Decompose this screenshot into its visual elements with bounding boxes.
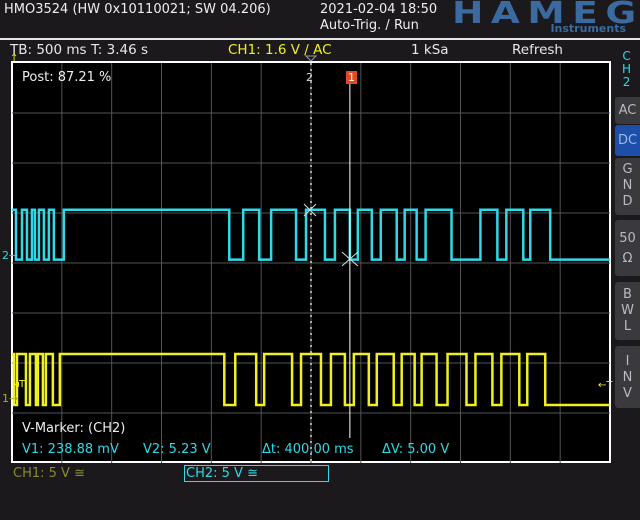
label-char: W bbox=[621, 303, 634, 318]
ch2-scale[interactable]: CH2: 5 V ≅ bbox=[184, 465, 329, 482]
ch1-scale[interactable]: CH1: 5 V ≅ bbox=[13, 466, 85, 481]
vmarker-title: V-Marker: (CH2) bbox=[22, 421, 126, 436]
label-char: L bbox=[623, 319, 632, 334]
delta-t-readout: Δt: 400.00 ms bbox=[262, 442, 354, 457]
impedance-50ohm-button[interactable]: 50 Ω bbox=[615, 220, 640, 276]
label-char: N bbox=[622, 370, 633, 385]
v2-readout: V2: 5.23 V bbox=[143, 442, 211, 457]
ch2-cursor-label[interactable]: 2 bbox=[306, 71, 313, 84]
invert-button[interactable]: INV bbox=[615, 346, 640, 408]
label-char: N bbox=[622, 178, 633, 193]
label-text: Ω bbox=[622, 251, 633, 266]
v1-readout: V1: 238.88 mV bbox=[22, 442, 119, 457]
label-char: B bbox=[623, 287, 632, 302]
coupling-gnd-button[interactable]: GND bbox=[615, 158, 640, 215]
sidebar-channel-label: CH2 bbox=[622, 50, 631, 89]
label-char: D bbox=[622, 194, 633, 209]
trigger-level-marker-right[interactable]: ←T bbox=[598, 380, 613, 391]
ch1-ground-marker[interactable]: 1→ bbox=[2, 392, 18, 405]
label-char: I bbox=[625, 354, 630, 369]
ch2-ground-marker[interactable]: 2→ bbox=[2, 249, 18, 262]
label-char: 2 bbox=[622, 75, 631, 89]
label-char: V bbox=[623, 386, 632, 401]
bandwidth-limit-button[interactable]: BWL bbox=[615, 282, 640, 340]
post-trigger-readout: Post: 87.21 % bbox=[22, 70, 112, 85]
coupling-ac-button[interactable]: AC bbox=[615, 97, 640, 124]
delta-v-readout: ΔV: 5.00 V bbox=[382, 442, 450, 457]
trigger-position-triangle-icon bbox=[304, 55, 318, 62]
coupling-dc-button[interactable]: DC bbox=[615, 125, 640, 156]
trigger-level-marker-left[interactable]: ◂T bbox=[14, 379, 25, 390]
label-text: 50 bbox=[619, 231, 636, 246]
ch1-cursor-label[interactable]: 1 bbox=[346, 71, 357, 84]
label-char: G bbox=[622, 162, 633, 177]
